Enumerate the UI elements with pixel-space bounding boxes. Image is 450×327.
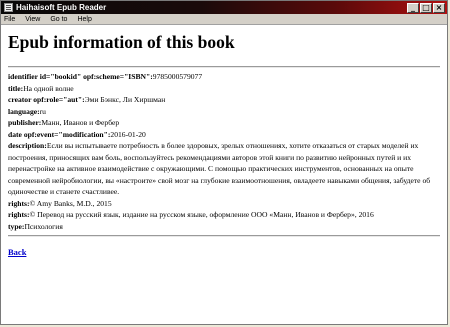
metadata-key: language: — [8, 106, 40, 116]
minimize-button[interactable]: _ — [407, 2, 419, 13]
metadata-value: © Amy Banks, M.D., 2015 — [29, 198, 112, 208]
metadata-key: creator opf:role="aut": — [8, 95, 85, 104]
divider-bottom — [8, 235, 440, 237]
close-button[interactable]: × — [433, 2, 445, 13]
metadata-key: publisher: — [8, 118, 42, 127]
menu-bar: File View Go to Help — [1, 14, 447, 25]
metadata-value: ru — [39, 106, 46, 116]
metadata-row-date: date opf:event="modification":2016-01-20 — [8, 129, 440, 141]
metadata-value: Если вы испытываете потребность в более … — [8, 141, 431, 196]
metadata-row-rights: rights:© Amy Banks, M.D., 2015 — [8, 198, 440, 210]
maximize-button[interactable]: □ — [420, 2, 432, 13]
metadata-key: rights: — [8, 210, 30, 219]
metadata-value: 9785000579077 — [152, 72, 203, 81]
menu-help[interactable]: Help — [76, 16, 92, 23]
divider-top — [8, 66, 440, 68]
title-bar[interactable]: Haihaisoft Epub Reader _ □ × — [1, 1, 447, 14]
page-heading: Epub information of this book — [8, 32, 235, 52]
metadata-key: date opf:event="modification": — [8, 129, 111, 139]
menu-view[interactable]: View — [24, 16, 41, 23]
back-link[interactable]: Back — [8, 247, 26, 257]
metadata-row-title: title:На одной волне — [8, 83, 440, 95]
metadata-value: 2016-01-20 — [110, 129, 146, 139]
metadata-key: type: — [8, 221, 25, 231]
metadata-value: Манн, Иванов и Фербер — [41, 118, 120, 127]
metadata-row-description: description:Если вы испытываете потребно… — [8, 140, 440, 198]
metadata-row-type: type:Психология — [8, 221, 440, 233]
metadata-value: © Перевод на русский язык, издание на ру… — [29, 210, 374, 219]
metadata-key: identifier id="bookid" opf:scheme="ISBN"… — [8, 72, 153, 81]
metadata-key: rights: — [8, 198, 30, 208]
metadata-value: Психология — [24, 221, 63, 231]
content-area: Epub information of this book identifier… — [1, 26, 447, 324]
menu-file[interactable]: File — [3, 16, 16, 23]
metadata-list: identifier id="bookid" opf:scheme="ISBN"… — [8, 71, 440, 232]
metadata-row-language: language:ru — [8, 106, 440, 118]
window-title: Haihaisoft Epub Reader — [16, 3, 107, 12]
metadata-row-identifier: identifier id="bookid" opf:scheme="ISBN"… — [8, 71, 440, 83]
metadata-key: title: — [8, 83, 24, 93]
app-window: Haihaisoft Epub Reader _ □ × File View G… — [0, 0, 448, 325]
metadata-key: description: — [8, 141, 47, 150]
metadata-row-rights: rights:© Перевод на русский язык, издани… — [8, 209, 440, 221]
metadata-value: На одной волне — [23, 83, 74, 93]
metadata-row-publisher: publisher:Манн, Иванов и Фербер — [8, 117, 440, 129]
metadata-value: Эми Бэнкс, Ли Хиршман — [84, 95, 166, 104]
menu-goto[interactable]: Go to — [49, 16, 68, 23]
app-icon — [4, 3, 13, 12]
metadata-row-creator: creator opf:role="aut":Эми Бэнкс, Ли Хир… — [8, 94, 440, 106]
window-controls: _ □ × — [407, 2, 445, 13]
